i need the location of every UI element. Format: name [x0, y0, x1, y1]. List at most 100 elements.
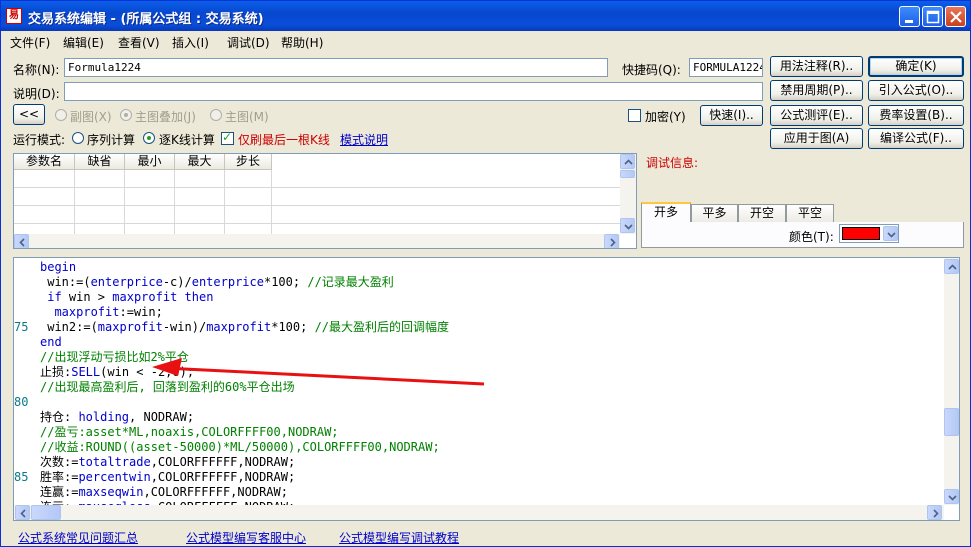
code-text: 胜率:=percentwin,COLORFFFFFF,NODRAW; [40, 470, 296, 484]
encrypt-label: 加密(Y) [645, 110, 686, 124]
footer-link-tutorial[interactable]: 公式模型编写调试教程 [339, 529, 459, 546]
editor-hscroll[interactable] [14, 505, 944, 520]
close-button[interactable] [945, 6, 966, 27]
editor-hscroll-thumb[interactable] [31, 505, 61, 520]
param-grid[interactable]: 参数名 缺省 最小 最大 步长 [13, 153, 637, 249]
import-formula-button[interactable]: 引入公式(O).. [868, 80, 964, 101]
app-icon: 易 [6, 8, 22, 24]
tab-close-long[interactable]: 平多 [691, 204, 738, 222]
code-text: 持仓: holding, NODRAW; [40, 410, 195, 424]
title-bar[interactable]: 易 交易系统编辑 - (所属公式组 : 交易系统) [1, 1, 970, 31]
param-scroll-up[interactable] [620, 154, 635, 169]
code-editor[interactable]: begin win:=(enterprice-c)/enterprice*100… [13, 257, 960, 521]
code-text: //盈亏:asset*ML,noaxis,COLORFFFF00,NODRAW; [40, 425, 339, 439]
name-label: 名称(N): [13, 63, 60, 77]
editor-scroll-right[interactable] [927, 505, 942, 520]
param-header-min[interactable]: 最小 [125, 154, 175, 170]
code-text: end [40, 335, 62, 349]
line-number: 85 [14, 470, 29, 484]
menu-edit[interactable]: 编辑(E) [63, 34, 104, 51]
color-label: 颜色(T): [789, 230, 834, 244]
main-chart-radio[interactable] [210, 109, 222, 121]
apply-chart-button[interactable]: 应用于图(A) [770, 128, 863, 149]
code-text: win:=(enterprice-c)/enterprice*100; //记录… [40, 275, 394, 289]
main-chart-label: 主图(M) [225, 110, 269, 124]
overlay-radio[interactable] [120, 109, 132, 121]
seq-calc-radio[interactable] [72, 132, 84, 144]
param-header-max[interactable]: 最大 [175, 154, 225, 170]
menu-help[interactable]: 帮助(H) [281, 34, 323, 51]
overlay-label: 主图叠加(J) [135, 110, 196, 124]
tab-close-short[interactable]: 平空 [786, 204, 834, 222]
minimize-icon [905, 20, 913, 23]
param-hscroll[interactable] [14, 234, 620, 248]
maximize-button[interactable] [922, 6, 943, 27]
color-dropdown[interactable] [839, 224, 899, 243]
tab-open-short[interactable]: 开空 [738, 204, 786, 222]
test-formula-button[interactable]: 公式测评(E).. [770, 105, 863, 126]
code-text: begin [40, 260, 77, 274]
run-mode-label: 运行模式: [13, 133, 66, 147]
encrypt-checkbox[interactable] [628, 109, 641, 122]
sub-chart-label: 副图(X) [70, 110, 112, 124]
chevron-up-icon [624, 159, 633, 165]
ok-button[interactable]: 确定(K) [868, 56, 964, 77]
close-icon [950, 11, 962, 23]
footer-link-faq[interactable]: 公式系统常见问题汇总 [18, 529, 138, 546]
last-bar-checkbox[interactable] [221, 130, 234, 145]
editor-scroll-thumb[interactable] [944, 408, 959, 436]
editor-scroll-down[interactable] [944, 489, 959, 504]
minimize-button[interactable] [899, 6, 920, 27]
menu-bar: 文件(F) 编辑(E) 查看(V) 插入(I) 调试(D) 帮助(H) [1, 31, 970, 51]
param-scroll-down[interactable] [620, 218, 635, 233]
color-dropdown-button[interactable] [883, 226, 898, 241]
compile-button[interactable]: 编译公式(F).. [868, 128, 964, 149]
menu-view[interactable]: 查看(V) [118, 34, 160, 51]
param-scroll-thumb[interactable] [620, 170, 635, 178]
chevron-right-icon [610, 238, 616, 247]
menu-insert[interactable]: 插入(I) [172, 34, 209, 51]
code-area[interactable]: begin win:=(enterprice-c)/enterprice*100… [14, 258, 944, 505]
maximize-icon [926, 10, 940, 24]
line-number: 75 [14, 320, 29, 334]
chevron-right-icon [933, 509, 939, 518]
param-scroll-left[interactable] [14, 234, 29, 248]
desc-input[interactable] [64, 82, 763, 101]
code-text: 次数:=totaltrade,COLORFFFFFF,NODRAW; [40, 455, 296, 469]
chevron-down-icon [948, 495, 957, 501]
bar-calc-radio[interactable] [143, 132, 155, 144]
editor-vscroll[interactable] [944, 258, 959, 505]
shortcut-input[interactable]: FORMULA1224 [689, 58, 763, 77]
footer-link-service[interactable]: 公式模型编写客服中心 [186, 529, 306, 546]
seq-calc-label: 序列计算 [87, 133, 136, 147]
collapse-button[interactable]: << [13, 104, 45, 125]
sub-chart-radio[interactable] [55, 109, 67, 121]
code-text: 止损:SELL(win < -2,0); [40, 365, 195, 379]
name-input[interactable]: Formula1224 [64, 58, 608, 77]
mode-help-link[interactable]: 模式说明 [340, 131, 388, 148]
param-header-default[interactable]: 缺省 [75, 154, 125, 170]
code-text: if win > maxprofit then [47, 290, 214, 304]
usage-note-button[interactable]: 用法注释(R).. [770, 56, 863, 77]
fee-setting-button[interactable]: 费率设置(B).. [868, 105, 964, 126]
chevron-left-icon [19, 238, 25, 247]
quick-button[interactable]: 快速(I).. [700, 105, 763, 126]
editor-scroll-left[interactable] [15, 505, 30, 520]
chevron-left-icon [20, 509, 26, 518]
editor-scroll-up[interactable] [944, 259, 959, 274]
code-text: //出现最高盈利后, 回落到盈利的60%平仓出场 [40, 380, 295, 394]
bar-calc-label: 逐K线计算 [159, 133, 215, 147]
chevron-down-icon [624, 224, 633, 230]
param-scroll-right[interactable] [604, 234, 619, 248]
chevron-down-icon [887, 232, 896, 238]
disable-period-button[interactable]: 禁用周期(P).. [770, 80, 863, 101]
shortcut-label: 快捷码(Q): [622, 63, 681, 77]
color-swatch [842, 227, 880, 240]
menu-file[interactable]: 文件(F) [10, 34, 50, 51]
last-bar-label: 仅刷最后一根K线 [238, 133, 330, 147]
param-header-step[interactable]: 步长 [225, 154, 272, 170]
menu-debug[interactable]: 调试(D) [227, 34, 270, 51]
param-header-name[interactable]: 参数名 [14, 154, 75, 170]
tab-open-long[interactable]: 开多 [641, 202, 691, 222]
param-vscroll[interactable] [620, 154, 636, 234]
